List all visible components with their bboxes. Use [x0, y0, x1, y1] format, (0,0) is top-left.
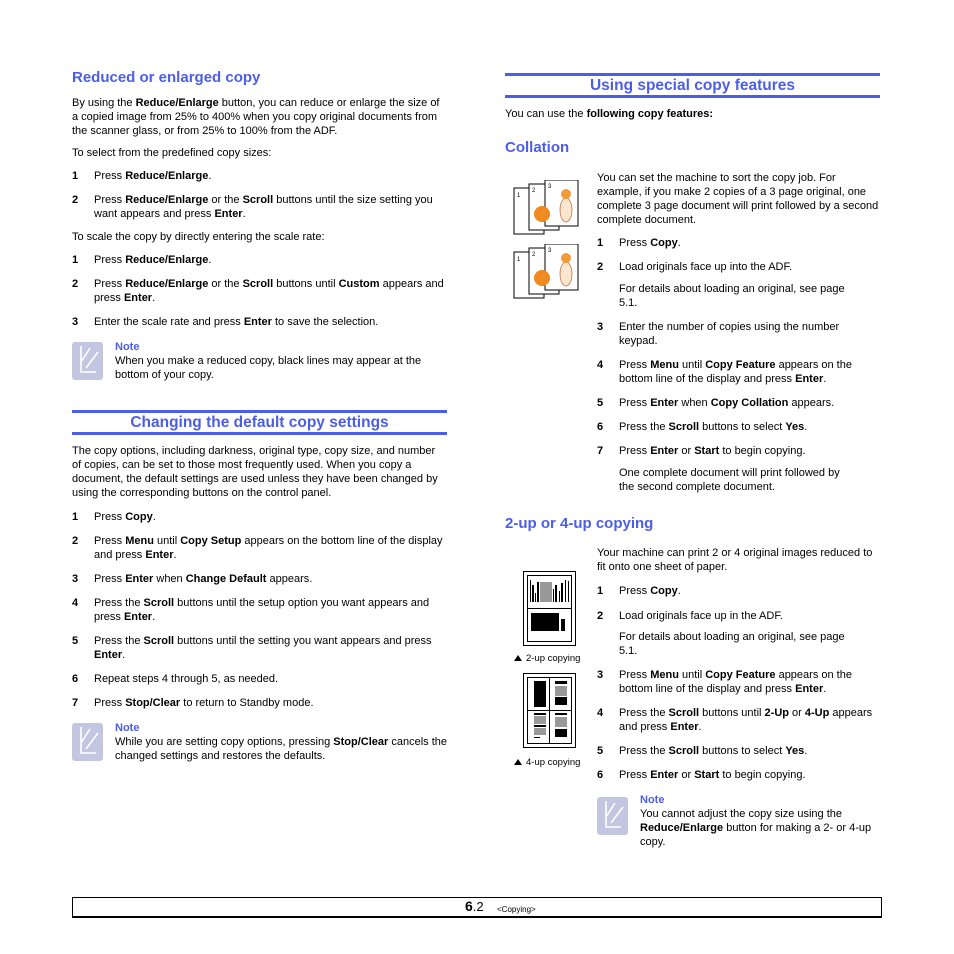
step-text: Press Menu until Copy Feature appears on… [619, 359, 852, 385]
heading-nup: 2-up or 4-up copying [505, 515, 654, 532]
step-number: 4 [597, 359, 604, 371]
step-text: Press Stop/Clear to return to Standby mo… [94, 697, 314, 709]
step-number: 4 [72, 597, 79, 609]
defaults-intro: The copy options, including darkness, or… [72, 445, 438, 499]
step-number: 6 [597, 769, 604, 781]
chapter-label: <Copying> [497, 905, 536, 914]
step-text: Press the Scroll buttons until the setup… [94, 597, 430, 623]
step-number: 6 [72, 673, 79, 685]
step-text: Press Enter when Change Default appears. [94, 573, 313, 585]
step-number: 7 [72, 697, 79, 709]
step-text: Press Copy. [619, 237, 681, 249]
note-text: While you are setting copy options, pres… [115, 736, 447, 762]
step-number: 6 [597, 421, 604, 433]
nup-intro: Your machine can print 2 or 4 original i… [597, 547, 873, 573]
heading-changing-defaults: Changing the default copy settings [72, 410, 447, 435]
four-up-caption: 4-up copying [514, 756, 580, 770]
step-text: Press the Scroll buttons to select Yes. [619, 745, 808, 757]
triangle-icon [514, 759, 522, 765]
note-icon [72, 723, 103, 761]
two-up-caption: 2-up copying [514, 652, 580, 666]
step-text: Press Enter when Copy Collation appears. [619, 397, 835, 409]
scale-label: To scale the copy by directly entering t… [72, 231, 325, 243]
note-text: You cannot adjust the copy size using th… [640, 808, 872, 848]
step-number: 1 [597, 585, 604, 597]
note-reduced: Note When you make a reduced copy, black… [72, 340, 447, 384]
step-text: Press Copy. [94, 511, 156, 523]
note-title: Note [115, 722, 140, 734]
step-number: 2 [597, 610, 604, 622]
step-number: 1 [597, 237, 604, 249]
note-defaults: Note While you are setting copy options,… [72, 721, 447, 765]
step-text: Press the Scroll buttons until the setti… [94, 635, 432, 661]
heading-reduced-enlarged: Reduced or enlarged copy [72, 69, 261, 86]
predefined-label: To select from the predefined copy sizes… [72, 147, 272, 159]
step-text: Enter the number of copies using the num… [619, 321, 840, 347]
two-up-illustration [523, 571, 576, 646]
note-title: Note [640, 794, 665, 806]
step-text: Press the Scroll buttons to select Yes. [619, 421, 808, 433]
collation-illustration-1: 1 2 3 [513, 180, 579, 235]
step-number: 5 [72, 635, 79, 647]
step-text: Press Menu until Copy Feature appears on… [619, 669, 852, 695]
note-text: When you make a reduced copy, black line… [115, 355, 422, 381]
step-text: Press Enter or Start to begin copying. [619, 769, 806, 781]
four-up-illustration [523, 673, 576, 748]
page-number: 6.2 [465, 898, 484, 914]
note-icon [597, 797, 628, 835]
note-icon [72, 342, 103, 380]
reduced-intro: By using the Reduce/Enlarge button, you … [72, 97, 440, 137]
special-intro: You can use the following copy features: [505, 108, 714, 120]
step-number: 5 [597, 745, 604, 757]
step-text: Load originals face up into the ADF. [619, 261, 793, 273]
triangle-icon [514, 655, 522, 661]
collation-illustration-2: 1 2 3 [513, 244, 579, 299]
step-number: 3 [72, 573, 79, 585]
step-number: 1 [72, 511, 79, 523]
step-number: 2 [72, 535, 79, 547]
step-number: 2 [597, 261, 604, 273]
note-nup: Note You cannot adjust the copy size usi… [597, 793, 880, 851]
step-subtext: For details about loading an original, s… [619, 631, 845, 657]
step-subtext: One complete document will print followe… [619, 467, 840, 493]
step-number: 3 [597, 321, 604, 333]
step-text: Load originals face up in the ADF. [619, 610, 783, 622]
step-number: 7 [597, 445, 604, 457]
collation-intro: You can set the machine to sort the copy… [597, 172, 879, 226]
step-text: Repeat steps 4 through 5, as needed. [94, 673, 279, 685]
step-subtext: For details about loading an original, s… [619, 283, 845, 309]
step-number: 5 [597, 397, 604, 409]
page-footer: 6.2 <Copying> [72, 897, 882, 918]
note-title: Note [115, 341, 140, 353]
step-text: Press Enter or Start to begin copying. [619, 445, 806, 457]
step-text: Press the Scroll buttons until 2-Up or 4… [619, 707, 873, 733]
step-number: 3 [597, 669, 604, 681]
heading-special-features: Using special copy features [505, 73, 880, 98]
step-text: Press Copy. [619, 585, 681, 597]
heading-collation: Collation [505, 139, 570, 156]
step-text: Press Menu until Copy Setup appears on t… [94, 535, 443, 561]
step-number: 4 [597, 707, 604, 719]
